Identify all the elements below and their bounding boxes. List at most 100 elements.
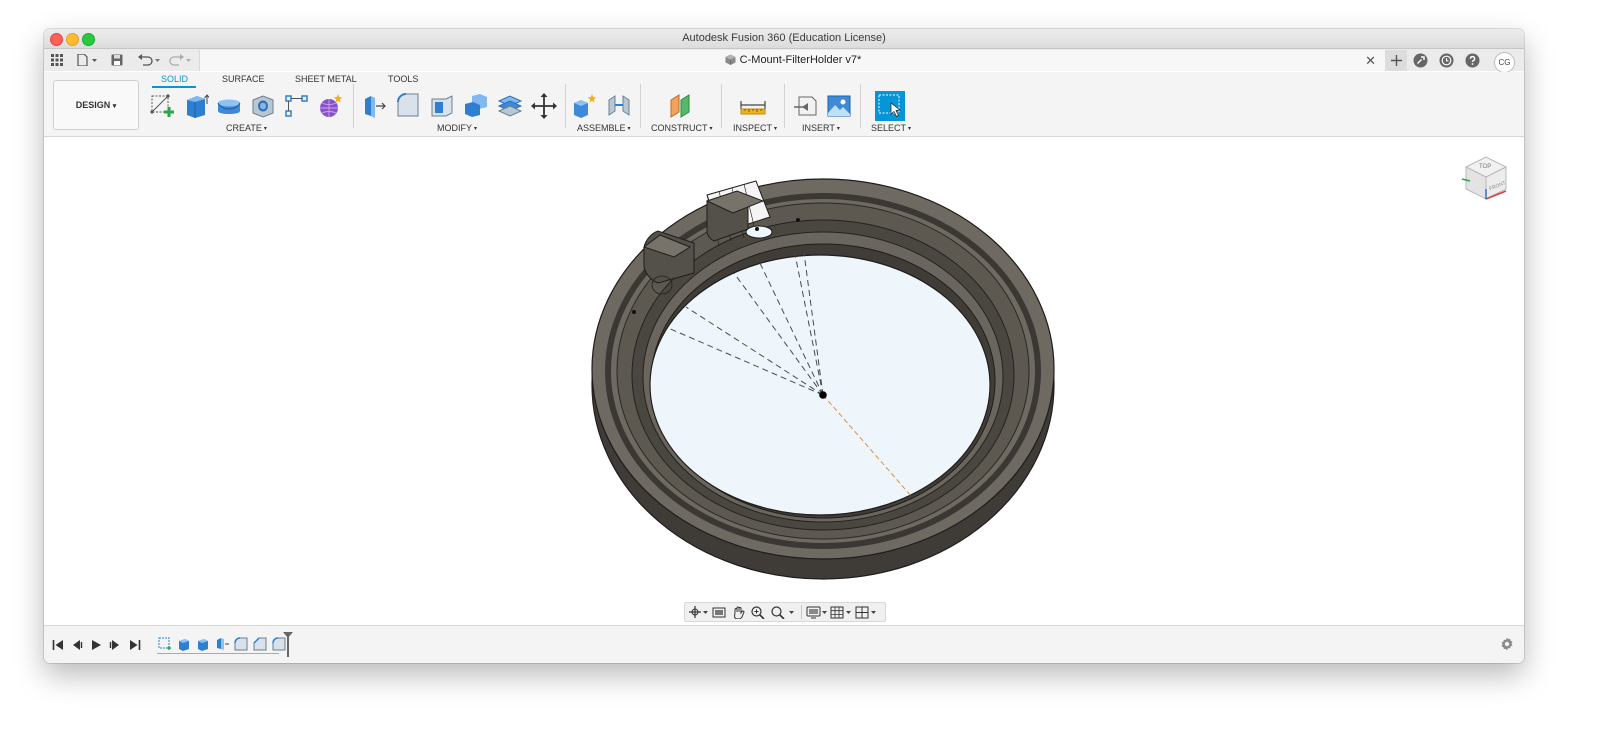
create-sketch-icon[interactable] [149,92,177,120]
step-forward-icon[interactable] [108,638,122,652]
modify-menu[interactable]: MODIFY ▾ [437,123,477,133]
chevron-down-icon: ▾ [774,126,778,132]
tab-tools[interactable]: TOOLS [388,74,418,84]
go-to-end-icon[interactable] [128,638,142,652]
grid-icon[interactable] [50,52,64,68]
workspace-label: DESIGN [75,100,111,110]
timeline-marker[interactable] [283,632,293,657]
tab-solid[interactable]: SOLID [161,74,188,84]
gear-icon[interactable] [1500,637,1514,656]
modify-label: MODIFY [437,123,472,133]
offset-face-icon[interactable] [496,92,524,120]
extrude-icon[interactable] [182,92,210,120]
select-label: SELECT [871,123,907,133]
shell-icon[interactable] [428,92,456,120]
display-settings-icon[interactable] [806,605,830,619]
assemble-label: ASSEMBLE [577,123,626,133]
document-tab[interactable]: C-Mount-FilterHolder v7* ✕ [199,50,1387,71]
play-icon[interactable] [89,638,103,652]
document-bar: C-Mount-FilterHolder v7* ✕ [44,49,1524,71]
tab-sheet-metal[interactable]: SHEET METAL [295,74,357,84]
undo-icon[interactable] [137,52,161,68]
assemble-menu[interactable]: ASSEMBLE ▾ [577,123,631,133]
ribbon-toolbar: DESIGN ▾ SOLID SURFACE SHEET METAL TOOLS… [44,72,1524,137]
view-cube[interactable]: TOP FRONT [1456,149,1514,212]
step-back-icon[interactable] [70,638,84,652]
minimize-window-button[interactable] [66,33,79,46]
create-label: CREATE [226,123,262,133]
toolbar-divider [640,84,641,128]
close-document-button[interactable]: ✕ [1365,53,1376,69]
pan-hand-icon[interactable] [732,605,746,619]
timeline-press-pull-icon[interactable] [215,637,229,651]
tab-surface[interactable]: SURFACE [222,74,265,84]
construct-label: CONSTRUCT [651,123,708,133]
timeline-bar [44,625,1524,663]
file-icon[interactable] [76,52,98,68]
toolbar-divider [784,84,785,128]
timeline-extrude-icon[interactable] [177,637,191,651]
toolbar-divider [721,84,722,128]
navigation-bar [684,602,886,622]
chevron-down-icon: ▾ [263,126,267,132]
zoom-window-button[interactable] [82,33,95,46]
inspect-label: INSPECT [733,123,773,133]
combine-icon[interactable] [462,92,490,120]
active-tab-indicator [152,86,196,88]
chevron-down-icon: ▾ [836,126,840,132]
workspace-switcher[interactable]: DESIGN ▾ [53,80,139,130]
create-menu[interactable]: CREATE ▾ [226,123,267,133]
insert-menu[interactable]: INSERT ▾ [802,123,840,133]
filter-holder-model[interactable] [44,137,1524,623]
grid-settings-icon[interactable] [830,605,854,619]
document-title: C-Mount-FilterHolder v7* [739,54,862,66]
timeline-sketch-icon[interactable] [158,637,172,651]
inspect-menu[interactable]: INSPECT ▾ [733,123,777,133]
toolbar-divider [860,84,861,128]
toolbar-divider [565,84,566,128]
insert-canvas-icon[interactable] [825,92,853,120]
joint-icon[interactable] [605,92,633,120]
offset-plane-icon[interactable] [667,92,695,120]
hole-icon[interactable] [249,92,277,120]
orbit-icon[interactable] [689,605,709,619]
app-window: Autodesk Fusion 360 (Education License) … [44,29,1524,663]
zoom-window-icon[interactable] [771,605,797,619]
pattern-icon[interactable] [283,92,311,120]
revolve-icon[interactable] [215,92,243,120]
zoom-icon[interactable] [751,605,766,619]
redo-icon[interactable] [168,52,192,68]
move-icon[interactable] [530,92,558,120]
insert-derive-icon[interactable] [792,92,820,120]
select-menu[interactable]: SELECT ▾ [871,123,911,133]
title-bar: Autodesk Fusion 360 (Education License) [44,29,1524,49]
clock-icon[interactable] [1438,52,1455,69]
look-at-icon[interactable] [712,605,726,619]
save-icon[interactable] [110,52,124,68]
timeline-chamfer-icon[interactable] [253,637,267,651]
extensions-icon[interactable] [1412,52,1429,69]
help-icon[interactable] [1464,52,1481,69]
chevron-down-icon: ▾ [709,126,713,132]
timeline-fillet-icon[interactable] [272,637,286,651]
close-window-button[interactable] [50,33,63,46]
design-canvas[interactable]: TOP FRONT [44,137,1524,623]
select-icon[interactable] [874,91,906,121]
go-to-start-icon[interactable] [51,638,65,652]
fillet-icon[interactable] [394,92,422,120]
nav-divider [801,605,802,619]
chevron-down-icon: ▾ [112,103,117,110]
measure-icon[interactable] [739,92,767,120]
create-form-icon[interactable] [316,92,344,120]
construct-menu[interactable]: CONSTRUCT ▾ [651,123,713,133]
document-cube-icon [725,54,736,68]
viewports-icon[interactable] [855,605,879,619]
new-component-icon[interactable] [571,92,599,120]
user-avatar[interactable]: CG [1494,52,1515,73]
timeline-fillet-icon[interactable] [234,637,248,651]
viewcube-top-label: TOP [1479,164,1491,170]
press-pull-icon[interactable] [360,92,388,120]
chevron-down-icon: ▾ [908,126,912,132]
plus-icon[interactable] [1385,50,1407,71]
timeline-extrude-icon[interactable] [196,637,210,651]
